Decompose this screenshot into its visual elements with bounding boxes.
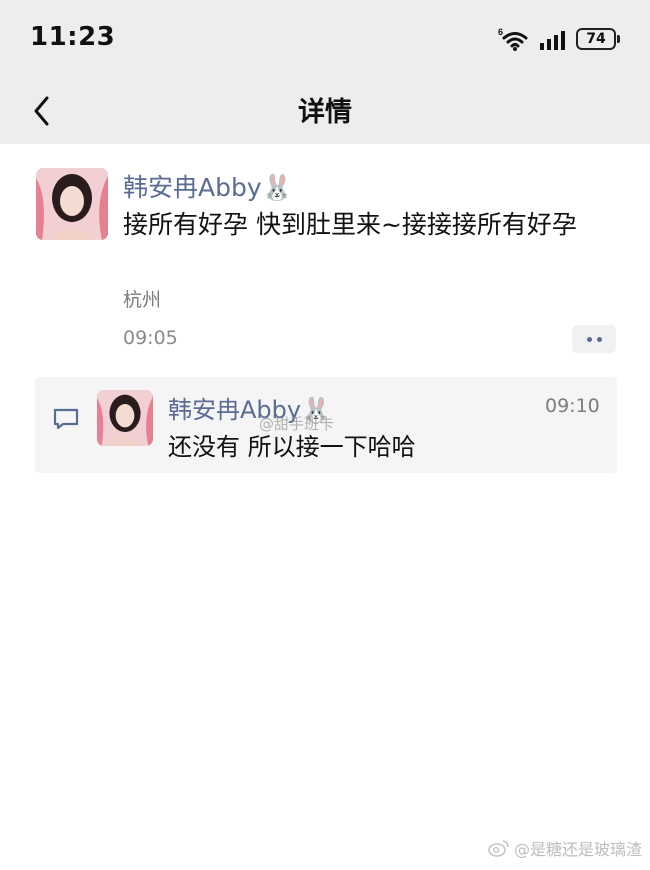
overlay-watermark: @甜手班卡 [259, 415, 335, 433]
watermark-text: @是糖还是玻璃渣 [513, 840, 642, 859]
watermark: @是糖还是玻璃渣 [488, 836, 642, 860]
post-time: 09:05 [123, 327, 178, 349]
wifi-icon: 6 [498, 26, 532, 56]
battery-level: 74 [586, 31, 606, 47]
page-title: 详情 [298, 97, 352, 128]
nav-bar: 详情 [0, 78, 650, 144]
avatar[interactable] [97, 390, 153, 446]
post-location[interactable]: 杭州 [123, 285, 161, 312]
post-author-name[interactable]: 韩安冉Abby🐰 [123, 168, 293, 204]
status-time: 11:23 [30, 22, 116, 52]
more-dot [586, 336, 592, 342]
weibo-icon [488, 840, 509, 857]
comment-time: 09:10 [545, 395, 600, 417]
more-dots-icon[interactable] [572, 325, 616, 353]
avatar[interactable] [36, 168, 108, 240]
post-text: 接所有好孕 快到肚里来~接接接所有好孕 [123, 210, 577, 239]
signal-icon [540, 30, 568, 54]
more-dot [596, 336, 602, 342]
comment-icon [52, 407, 80, 435]
status-bar: 11:23 6 74 [0, 0, 650, 78]
network-badge: 6 [498, 27, 503, 37]
battery-icon: 74 [576, 28, 620, 50]
